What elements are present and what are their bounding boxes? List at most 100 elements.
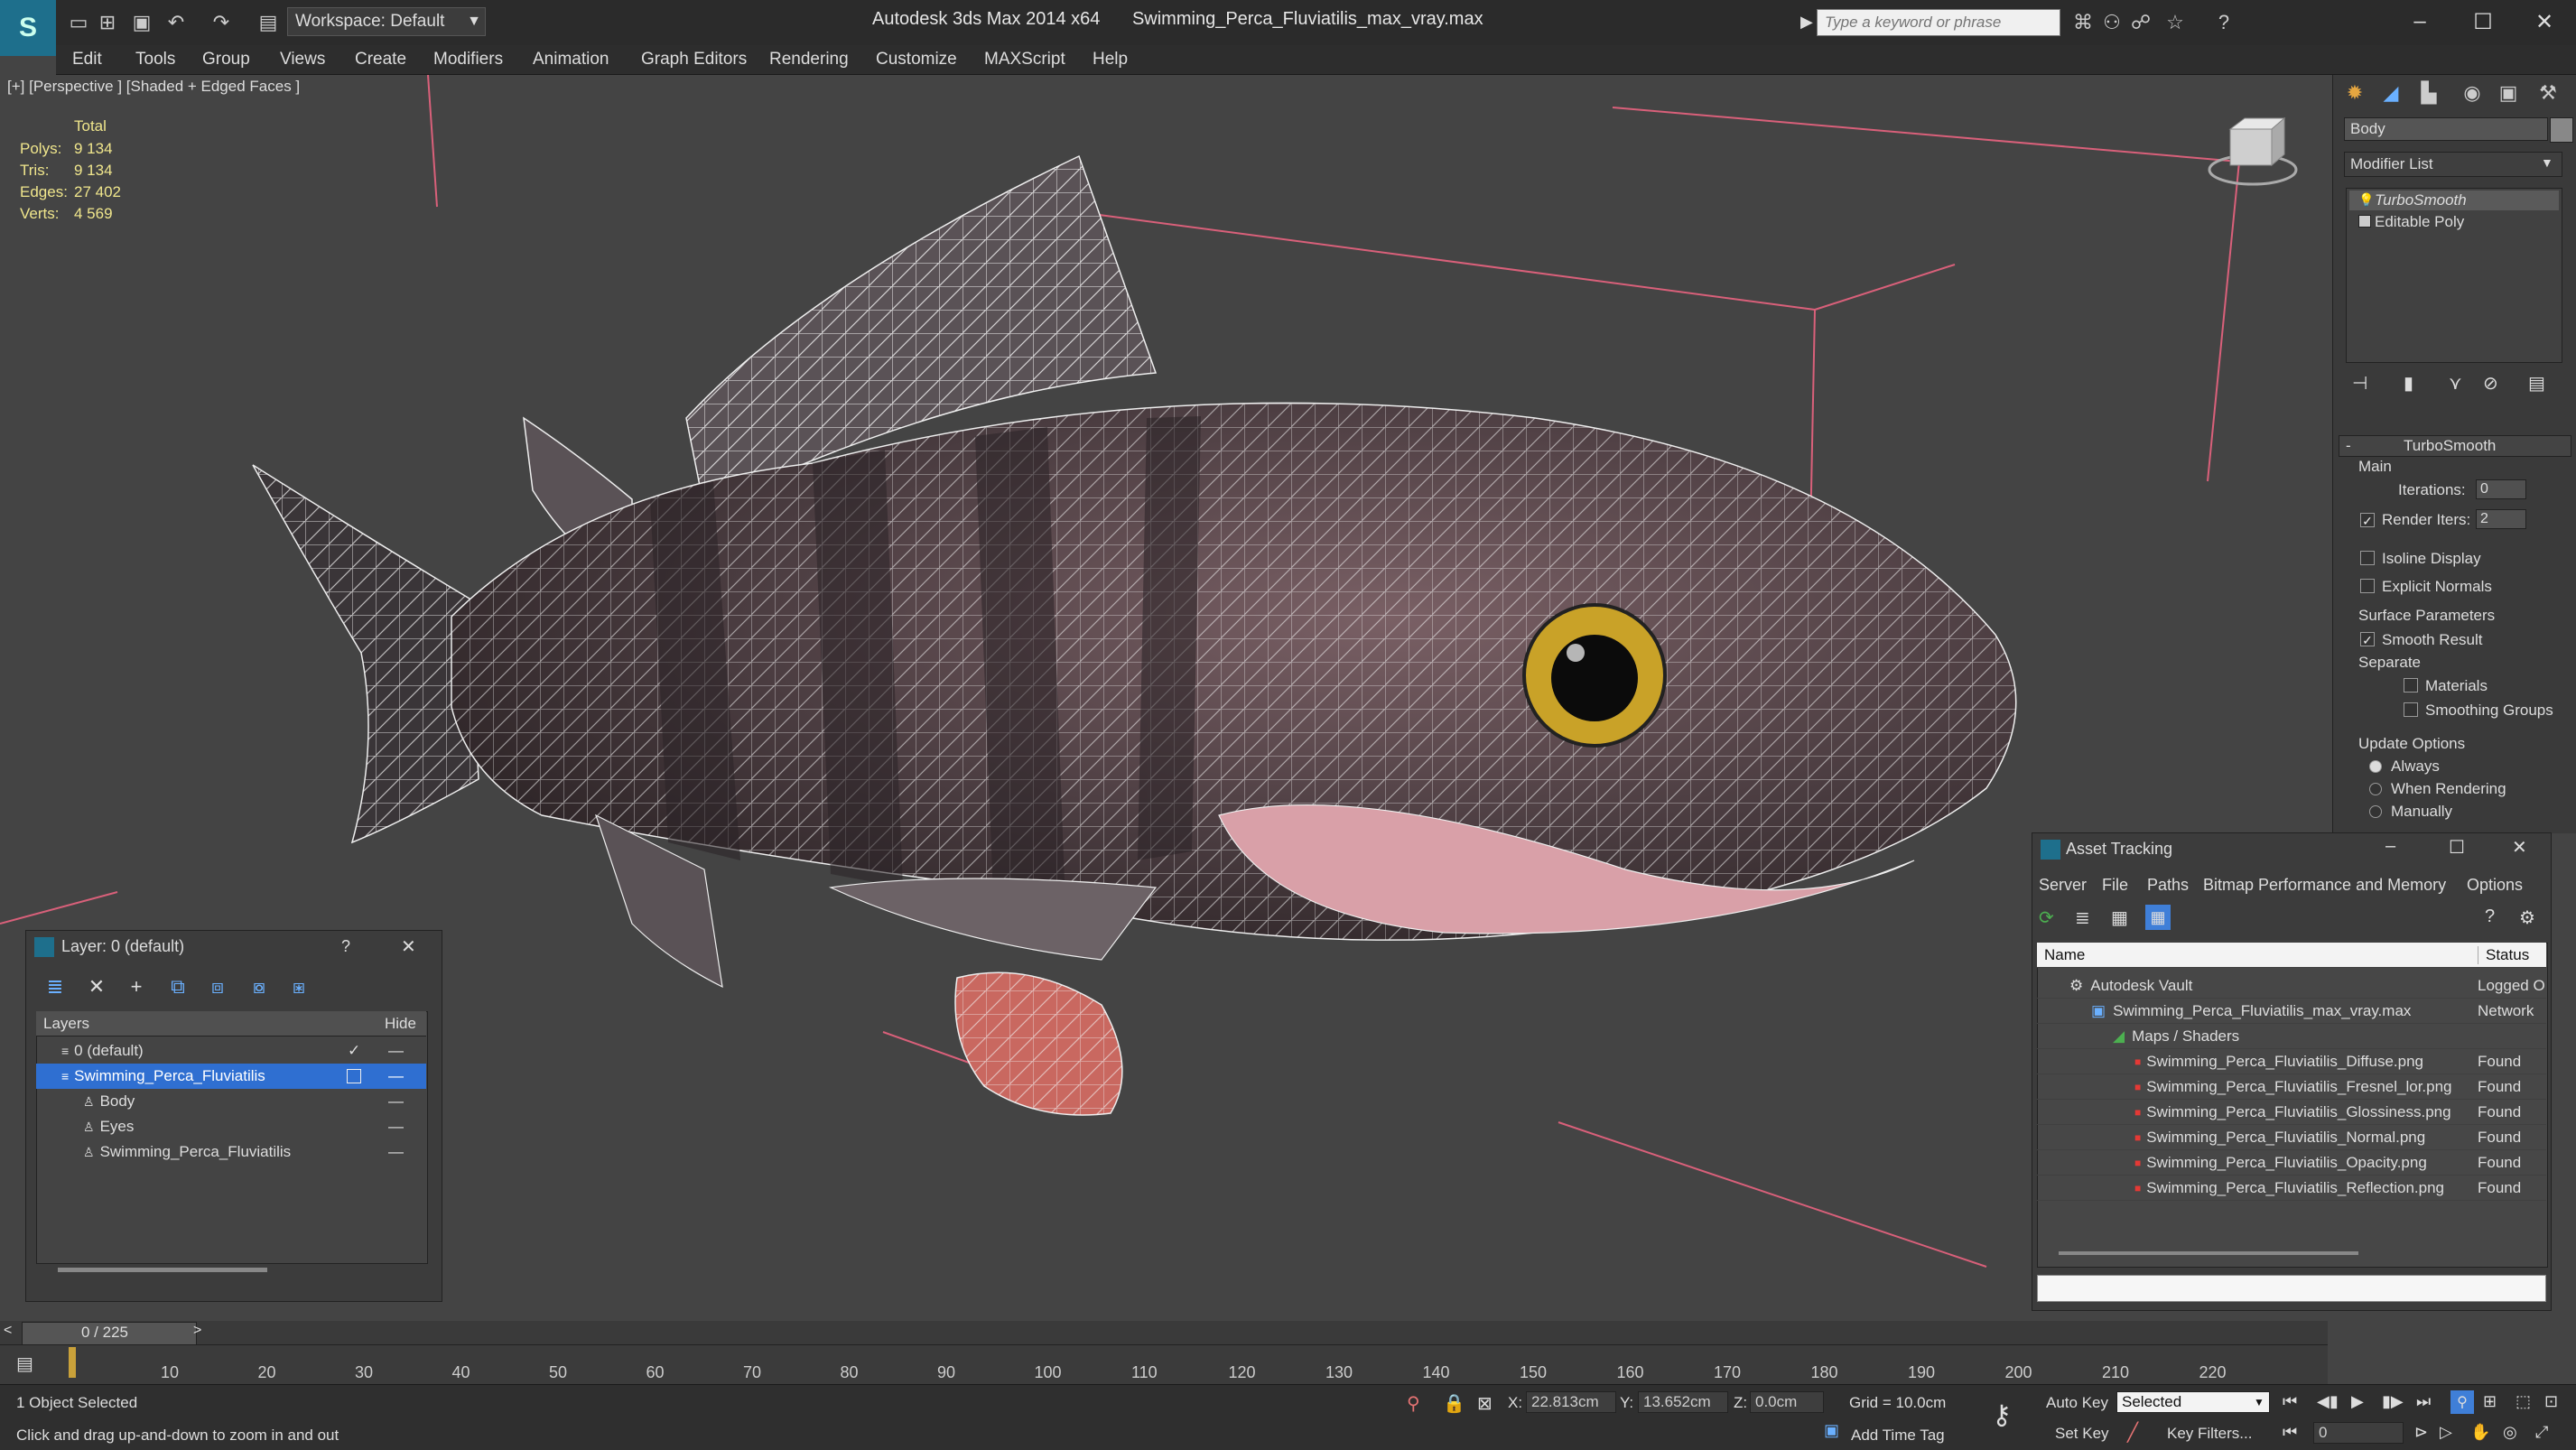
- display-tab-icon[interactable]: ▣: [2492, 78, 2525, 108]
- next-key-icon[interactable]: ▮▶: [2382, 1392, 2404, 1411]
- app-logo-icon[interactable]: S: [0, 0, 56, 56]
- stack-item-editable-poly[interactable]: Editable Poly: [2349, 212, 2559, 232]
- search-input[interactable]: [1817, 9, 2060, 36]
- menu-tools[interactable]: Tools: [135, 45, 175, 74]
- viewcube[interactable]: [2208, 116, 2298, 186]
- chevron-down-icon[interactable]: ▼: [2254, 1396, 2264, 1408]
- redo-icon[interactable]: ↷: [208, 9, 235, 36]
- field-of-view-icon[interactable]: ▷: [2440, 1423, 2452, 1442]
- menu-graph-editors[interactable]: Graph Editors: [641, 45, 747, 74]
- key-filter-selection-dropdown[interactable]: Selected: [2116, 1391, 2270, 1413]
- asset-row-maps[interactable]: ◢ Maps / Shaders: [2037, 1024, 2546, 1049]
- key-mode-icon[interactable]: ⏮: [2283, 1423, 2297, 1442]
- list-view-icon[interactable]: ≣: [2075, 906, 2090, 929]
- status-column-header[interactable]: Status: [2478, 945, 2529, 964]
- undo-icon[interactable]: ↶: [163, 9, 190, 36]
- name-column-header[interactable]: Name: [2044, 946, 2085, 964]
- favorites-star-icon[interactable]: ☆: [2162, 9, 2189, 36]
- utilities-tab-icon[interactable]: ⚒: [2532, 78, 2564, 108]
- iterations-spinner[interactable]: 0: [2476, 479, 2526, 499]
- key-filters-button[interactable]: Key Filters...: [2167, 1425, 2252, 1443]
- key-icon[interactable]: ⚷: [1992, 1399, 2012, 1431]
- close-icon[interactable]: ✕: [2526, 5, 2562, 38]
- hide-toggle[interactable]: —: [388, 1067, 404, 1085]
- remove-modifier-icon[interactable]: ⊘: [2483, 372, 2498, 395]
- highlight-layer-icon[interactable]: ⧈: [204, 973, 231, 1000]
- configure-sets-icon[interactable]: ▤: [2528, 372, 2545, 395]
- show-end-result-icon[interactable]: ▮: [2404, 372, 2413, 395]
- hide-column-header[interactable]: Hide: [385, 1015, 416, 1033]
- close-icon[interactable]: ✕: [401, 935, 416, 958]
- orbit-icon[interactable]: ◎: [2503, 1423, 2517, 1442]
- asset-row-normal[interactable]: ■ Swimming_Perca_Fluviatilis_Normal.png …: [2037, 1125, 2546, 1150]
- minimize-icon[interactable]: –: [2402, 5, 2438, 38]
- active-layer-box[interactable]: [347, 1069, 361, 1083]
- add-to-layer-icon[interactable]: +: [123, 973, 150, 1000]
- zoom-extents-all-icon[interactable]: ⊡: [2544, 1392, 2558, 1411]
- expand-box-icon[interactable]: [2358, 215, 2371, 228]
- help-icon[interactable]: ?: [2485, 906, 2495, 927]
- viewport-label[interactable]: [+] [Perspective ] [Shaded + Edged Faces…: [7, 78, 300, 96]
- explicit-normals-checkbox[interactable]: [2360, 579, 2375, 593]
- asset-menu-paths[interactable]: Paths: [2147, 876, 2189, 895]
- y-coordinate-field[interactable]: 13.652cm: [1638, 1391, 1728, 1413]
- x-coordinate-field[interactable]: 22.813cm: [1526, 1391, 1616, 1413]
- asset-menu-bitmap[interactable]: Bitmap Performance and Memory: [2203, 876, 2446, 895]
- motion-tab-icon[interactable]: ◉: [2456, 78, 2488, 108]
- smooth-result-checkbox[interactable]: ✓: [2360, 632, 2375, 647]
- vault-settings-icon[interactable]: ⚙: [2519, 906, 2535, 929]
- asset-menu-options[interactable]: Options: [2467, 876, 2523, 895]
- layer-row-default[interactable]: ≡ 0 (default) ✓ —: [36, 1038, 426, 1064]
- set-key-mode-icon[interactable]: ╱: [2127, 1421, 2138, 1444]
- new-layer-icon[interactable]: ≣: [42, 973, 69, 1000]
- asset-row-fresnel[interactable]: ■ Swimming_Perca_Fluviatilis_Fresnel_lor…: [2037, 1074, 2546, 1100]
- add-time-tag-button[interactable]: Add Time Tag: [1851, 1427, 1945, 1445]
- go-to-start-icon[interactable]: ⏮: [2283, 1392, 2297, 1411]
- track-bar[interactable]: [0, 1344, 2328, 1385]
- absolute-mode-icon[interactable]: ⊠: [1477, 1392, 1493, 1415]
- communication-icon[interactable]: ☍: [2127, 9, 2154, 36]
- horizontal-scrollbar[interactable]: [58, 1268, 267, 1272]
- isoline-checkbox[interactable]: [2360, 551, 2375, 565]
- asset-row-max-file[interactable]: ▣ Swimming_Perca_Fluviatilis_max_vray.ma…: [2037, 999, 2546, 1024]
- make-unique-icon[interactable]: ⋎: [2449, 372, 2462, 395]
- search-arrow-icon[interactable]: ▶: [1800, 13, 1813, 32]
- menu-maxscript[interactable]: MAXScript: [984, 45, 1065, 74]
- current-frame-field[interactable]: 0: [2313, 1422, 2404, 1444]
- zoom-all-icon[interactable]: ⊞: [2483, 1392, 2497, 1411]
- hide-toggle[interactable]: —: [388, 1118, 404, 1136]
- asset-row-vault[interactable]: ⚙ Autodesk Vault Logged O: [2037, 973, 2546, 999]
- layers-column-header[interactable]: Layers: [43, 1015, 89, 1033]
- modify-tab-icon[interactable]: ◢: [2375, 78, 2407, 108]
- menu-edit[interactable]: Edit: [72, 45, 102, 74]
- menu-help[interactable]: Help: [1093, 45, 1128, 74]
- table-view-icon[interactable]: ▦: [2145, 905, 2171, 930]
- menu-animation[interactable]: Animation: [533, 45, 609, 74]
- asset-path-field[interactable]: [2037, 1275, 2546, 1302]
- modifier-list-dropdown[interactable]: Modifier List: [2344, 152, 2562, 177]
- next-frame-icon[interactable]: >: [193, 1323, 201, 1339]
- auto-key-button[interactable]: Auto Key: [2046, 1394, 2108, 1412]
- layer-row-perca[interactable]: ≡ Swimming_Perca_Fluviatilis —: [36, 1064, 426, 1089]
- always-radio[interactable]: [2369, 760, 2382, 773]
- materials-checkbox[interactable]: [2404, 678, 2418, 692]
- zoom-extents-icon[interactable]: ⬚: [2516, 1392, 2531, 1411]
- refresh-icon[interactable]: ⟳: [2039, 906, 2054, 929]
- go-to-end-icon[interactable]: ⏭: [2416, 1392, 2431, 1411]
- set-key-button[interactable]: Set Key: [2055, 1425, 2109, 1443]
- help-icon[interactable]: ?: [2210, 9, 2237, 36]
- smoothing-groups-checkbox[interactable]: [2404, 702, 2418, 717]
- save-file-icon[interactable]: ▣: [128, 9, 155, 36]
- current-frame-marker[interactable]: [69, 1347, 76, 1378]
- asset-row-diffuse[interactable]: ■ Swimming_Perca_Fluviatilis_Diffuse.png…: [2037, 1049, 2546, 1074]
- render-iters-checkbox[interactable]: ✓: [2360, 513, 2375, 528]
- time-tag-icon[interactable]: ▣: [1824, 1421, 1839, 1440]
- hide-toggle[interactable]: —: [388, 1092, 404, 1111]
- prev-frame-icon[interactable]: <: [4, 1323, 12, 1339]
- delete-layer-icon[interactable]: ✕: [83, 973, 110, 1000]
- layer-row-eyes[interactable]: ♙ Eyes —: [36, 1114, 426, 1139]
- asset-menu-server[interactable]: Server: [2039, 876, 2087, 895]
- open-file-icon[interactable]: ⊞: [94, 9, 121, 36]
- hide-toggle[interactable]: —: [388, 1143, 404, 1161]
- checkmark-icon[interactable]: ✓: [348, 1042, 360, 1060]
